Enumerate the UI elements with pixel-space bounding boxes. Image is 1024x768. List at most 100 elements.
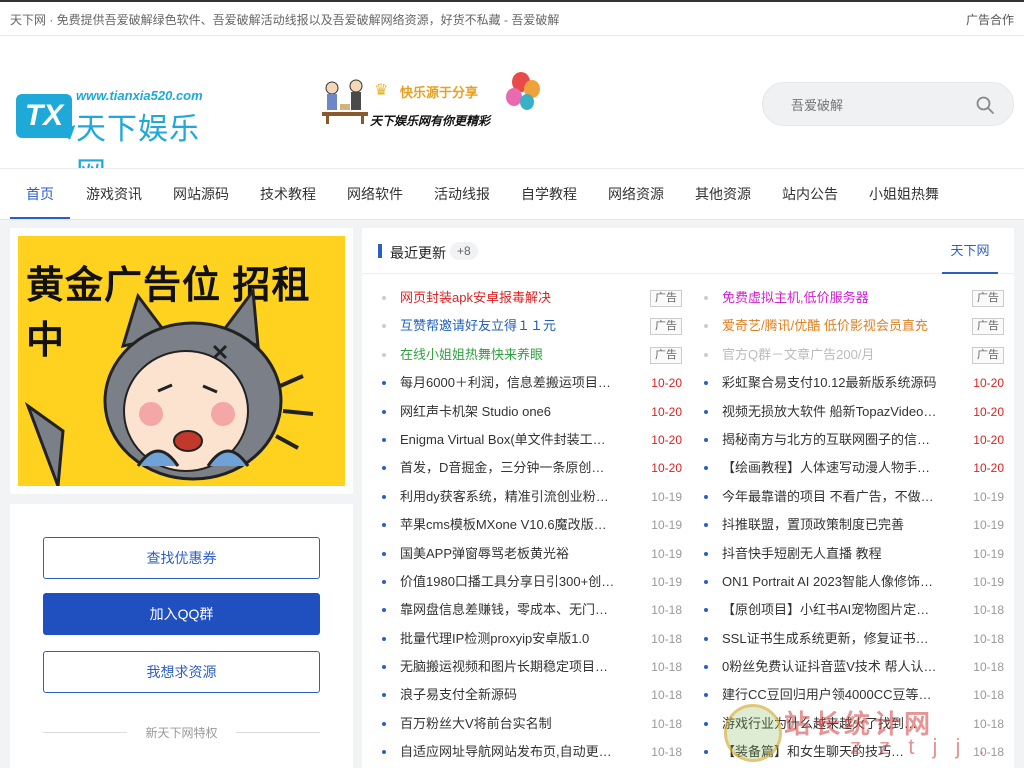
article-title-link[interactable]: 建行CC豆回归用户领4000CC豆等于… <box>722 681 938 709</box>
list-item[interactable]: 首发，D音掘金，三分钟一条原创视频… 10-20 <box>382 454 682 482</box>
list-item[interactable]: 爱奇艺/腾讯/优酷 低价影视会员直充 广告 <box>704 312 1004 340</box>
list-item[interactable]: 浪子易支付全新源码 10-18 <box>382 681 682 709</box>
site-logo[interactable]: TX www.tianxia520.com 天下娱乐网 <box>14 88 224 190</box>
list-item[interactable]: 互赞帮邀请好友立得１１元 广告 <box>382 312 682 340</box>
main-nav: 首页 游戏资讯 网站源码 技术教程 网络软件 活动线报 自学教程 网络资源 其他… <box>0 168 1024 220</box>
list-item[interactable]: 免费虚拟主机,低价服务器 广告 <box>704 284 1004 312</box>
ad-banner[interactable]: 黄金广告位 招租中 <box>18 236 345 486</box>
article-title-link[interactable]: 苹果cms模板MXone V10.6魔改版短剧… <box>400 511 616 539</box>
ad-cooperation-link[interactable]: 广告合作 <box>966 11 1014 28</box>
list-item[interactable]: 【绘画教程】人体速写动漫人物手绘… 10-20 <box>704 454 1004 482</box>
article-date: 10-20 <box>973 376 1004 391</box>
list-item[interactable]: 苹果cms模板MXone V10.6魔改版短剧… 10-19 <box>382 511 682 539</box>
list-item[interactable]: 彩虹聚合易支付10.12最新版系统源码 10-20 <box>704 369 1004 397</box>
article-title-link[interactable]: 价值1980口播工具分享日引300+创业… <box>400 568 616 596</box>
article-title-link[interactable]: 无脑搬运视频和图片长期稳定项目，… <box>400 653 616 681</box>
article-title-link[interactable]: 【装备篇】和女生聊天的技巧… <box>722 738 938 766</box>
article-title-link[interactable]: 利用dy获客系统，精准引流创业粉、… <box>400 483 616 511</box>
article-title-link[interactable]: 浪子易支付全新源码 <box>400 681 616 709</box>
article-title-link[interactable]: 每月6000＋利润，信息差搬运项目，看… <box>400 369 616 397</box>
balloon-icon <box>520 94 534 110</box>
nav-item-dance[interactable]: 小姐姐热舞 <box>862 169 946 219</box>
list-item[interactable]: 抖音快手短剧无人直播 教程 10-19 <box>704 540 1004 568</box>
article-title-link[interactable]: 首发，D音掘金，三分钟一条原创视频… <box>400 454 616 482</box>
find-coupon-button[interactable]: 查找优惠券 <box>43 537 320 579</box>
article-title-link[interactable]: 国美APP弹窗辱骂老板黄光裕 <box>400 540 616 568</box>
article-title-link[interactable]: 自适应网址导航网站发布页,自动更换… <box>400 738 616 766</box>
list-item[interactable]: 【装备篇】和女生聊天的技巧… 10-18 <box>704 738 1004 766</box>
left-article-list: 网页封装apk安卓报毒解决 广告 互赞帮邀请好友立得１１元 广告 在线小姐姐热舞快来养眼… <box>382 284 682 767</box>
list-item[interactable]: 游戏行业为什么越来越火了找到… 10-18 <box>704 710 1004 738</box>
article-title-link[interactable]: 互赞帮邀请好友立得１１元 <box>400 312 616 340</box>
search-icon[interactable] <box>975 95 995 115</box>
article-title-link[interactable]: 抖音快手短剧无人直播 教程 <box>722 540 938 568</box>
article-title-link[interactable]: 官方Q群－文章广告200/月 <box>722 341 938 369</box>
article-title-link[interactable]: 网页封装apk安卓报毒解决 <box>400 284 616 312</box>
nav-item-tutorials[interactable]: 技术教程 <box>254 169 322 219</box>
article-title-link[interactable]: 视频无损放大软件 船新TopazVideo AI… <box>722 398 938 426</box>
article-date: 10-19 <box>973 489 1004 504</box>
bullet-icon <box>382 409 386 414</box>
article-title-link[interactable]: 【绘画教程】人体速写动漫人物手绘… <box>722 454 938 482</box>
nav-item-self-study[interactable]: 自学教程 <box>515 169 583 219</box>
nav-item-game-news[interactable]: 游戏资讯 <box>80 169 148 219</box>
bullet-icon <box>704 608 708 613</box>
search-input[interactable] <box>791 93 971 117</box>
article-title-link[interactable]: 百万粉丝大V将前台实名制 <box>400 710 616 738</box>
list-item[interactable]: 【原创项目】小红书AI宠物图片定制… 10-18 <box>704 596 1004 624</box>
article-date: 10-18 <box>973 745 1004 760</box>
list-item[interactable]: 利用dy获客系统，精准引流创业粉、… 10-19 <box>382 483 682 511</box>
list-item[interactable]: SSL证书生成系统更新，修复证书申请… 10-18 <box>704 625 1004 653</box>
article-title-link[interactable]: 爱奇艺/腾讯/优酷 低价影视会员直充 <box>722 312 938 340</box>
list-item[interactable]: ON1 Portrait AI 2023智能人像修饰软… 10-19 <box>704 568 1004 596</box>
list-item[interactable]: 揭秘南方与北方的互联网圈子的信息差 10-20 <box>704 426 1004 454</box>
list-item[interactable]: 在线小姐姐热舞快来养眼 广告 <box>382 341 682 369</box>
article-title-link[interactable]: 0粉丝免费认证抖音蓝V技术 帮人认证… <box>722 653 938 681</box>
article-title-link[interactable]: Enigma Virtual Box(单文件封装工具)… <box>400 426 616 454</box>
article-date: 10-18 <box>973 631 1004 646</box>
article-title-link[interactable]: 今年最靠谱的项目 不看广告，不做任… <box>722 483 938 511</box>
tab-tianxia[interactable]: 天下网 <box>942 228 998 274</box>
article-title-link[interactable]: 免费虚拟主机,低价服务器 <box>722 284 938 312</box>
list-item[interactable]: 百万粉丝大V将前台实名制 10-18 <box>382 710 682 738</box>
list-item[interactable]: 0粉丝免费认证抖音蓝V技术 帮人认证… 10-18 <box>704 653 1004 681</box>
nav-item-deals[interactable]: 活动线报 <box>428 169 496 219</box>
list-item[interactable]: 网页封装apk安卓报毒解决 广告 <box>382 284 682 312</box>
nav-item-resources[interactable]: 网络资源 <box>602 169 670 219</box>
list-item[interactable]: 官方Q群－文章广告200/月 广告 <box>704 341 1004 369</box>
list-item[interactable]: 抖推联盟，置顶政策制度已完善 10-19 <box>704 511 1004 539</box>
article-title-link[interactable]: SSL证书生成系统更新，修复证书申请… <box>722 625 938 653</box>
article-title-link[interactable]: ON1 Portrait AI 2023智能人像修饰软… <box>722 568 938 596</box>
list-item[interactable]: 视频无损放大软件 船新TopazVideo AI… 10-20 <box>704 398 1004 426</box>
nav-item-other[interactable]: 其他资源 <box>689 169 757 219</box>
article-title-link[interactable]: 【原创项目】小红书AI宠物图片定制… <box>722 596 938 624</box>
article-title-link[interactable]: 抖推联盟，置顶政策制度已完善 <box>722 511 938 539</box>
list-item[interactable]: Enigma Virtual Box(单文件封装工具)… 10-20 <box>382 426 682 454</box>
list-item[interactable]: 无脑搬运视频和图片长期稳定项目，… 10-18 <box>382 653 682 681</box>
article-title-link[interactable]: 游戏行业为什么越来越火了找到… <box>722 710 938 738</box>
list-item[interactable]: 自适应网址导航网站发布页,自动更换… 10-18 <box>382 738 682 766</box>
request-resource-button[interactable]: 我想求资源 <box>43 651 320 693</box>
list-item[interactable]: 国美APP弹窗辱骂老板黄光裕 10-19 <box>382 540 682 568</box>
list-item[interactable]: 建行CC豆回归用户领4000CC豆等于… 10-18 <box>704 681 1004 709</box>
join-qq-group-button[interactable]: 加入QQ群 <box>43 593 320 635</box>
article-title-link[interactable]: 揭秘南方与北方的互联网圈子的信息差 <box>722 426 938 454</box>
list-item[interactable]: 今年最靠谱的项目 不看广告，不做任… 10-19 <box>704 483 1004 511</box>
nav-item-home[interactable]: 首页 <box>10 169 70 219</box>
article-date: 10-20 <box>651 404 682 419</box>
list-item[interactable]: 网红声卡机架 Studio one6 10-20 <box>382 398 682 426</box>
nav-item-software[interactable]: 网络软件 <box>341 169 409 219</box>
article-title-link[interactable]: 批量代理IP检测proxyip安卓版1.0 <box>400 625 616 653</box>
list-item[interactable]: 靠网盘信息差赚钱，零成本、无门槛… 10-18 <box>382 596 682 624</box>
article-title-link[interactable]: 彩虹聚合易支付10.12最新版系统源码 <box>722 369 938 397</box>
list-item[interactable]: 价值1980口播工具分享日引300+创业… 10-19 <box>382 568 682 596</box>
article-title-link[interactable]: 靠网盘信息差赚钱，零成本、无门槛… <box>400 596 616 624</box>
article-title-link[interactable]: 网红声卡机架 Studio one6 <box>400 398 616 426</box>
bullet-icon <box>382 466 386 471</box>
nav-item-source-code[interactable]: 网站源码 <box>167 169 235 219</box>
list-item[interactable]: 批量代理IP检测proxyip安卓版1.0 10-18 <box>382 625 682 653</box>
list-item[interactable]: 每月6000＋利润，信息差搬运项目，看… 10-20 <box>382 369 682 397</box>
recent-updates-title: 最近更新 <box>390 245 446 261</box>
nav-item-announcements[interactable]: 站内公告 <box>776 169 844 219</box>
article-title-link[interactable]: 在线小姐姐热舞快来养眼 <box>400 341 616 369</box>
